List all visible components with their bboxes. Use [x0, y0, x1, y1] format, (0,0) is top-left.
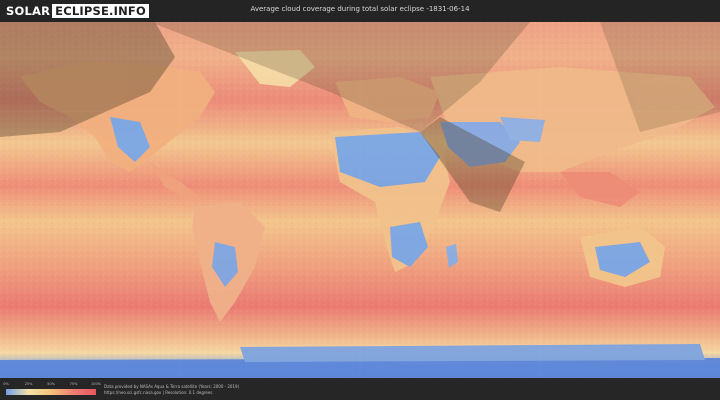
cloud-coverage-map: [0, 22, 720, 378]
header-bar: SOLAR ECLIPSE.INFO Average cloud coverag…: [0, 0, 720, 22]
antarctica-clear-band: [240, 344, 705, 362]
footer-bar: 0% 25% 50% 75% 100% Data provided by NAS…: [0, 378, 720, 400]
legend-tick-0: 0%: [3, 382, 9, 386]
legend-color-bar: [6, 389, 96, 395]
data-credits: Data provided by NASAs Aqua & Terra sate…: [104, 384, 239, 396]
legend-tick-25: 25%: [24, 382, 33, 386]
legend-tick-50: 50%: [47, 382, 55, 386]
credit-line-2[interactable]: https://neo.sci.gsfc.nasa.gov | Resoluti…: [104, 390, 239, 396]
page-title: Average cloud coverage during total sola…: [250, 5, 470, 13]
legend-ticks: 0% 25% 50% 75% 100%: [3, 382, 102, 387]
legend-tick-100: 100%: [90, 382, 102, 386]
cloud-legend: 0% 25% 50% 75% 100%: [3, 382, 102, 398]
legend-tick-75: 75%: [69, 382, 78, 386]
